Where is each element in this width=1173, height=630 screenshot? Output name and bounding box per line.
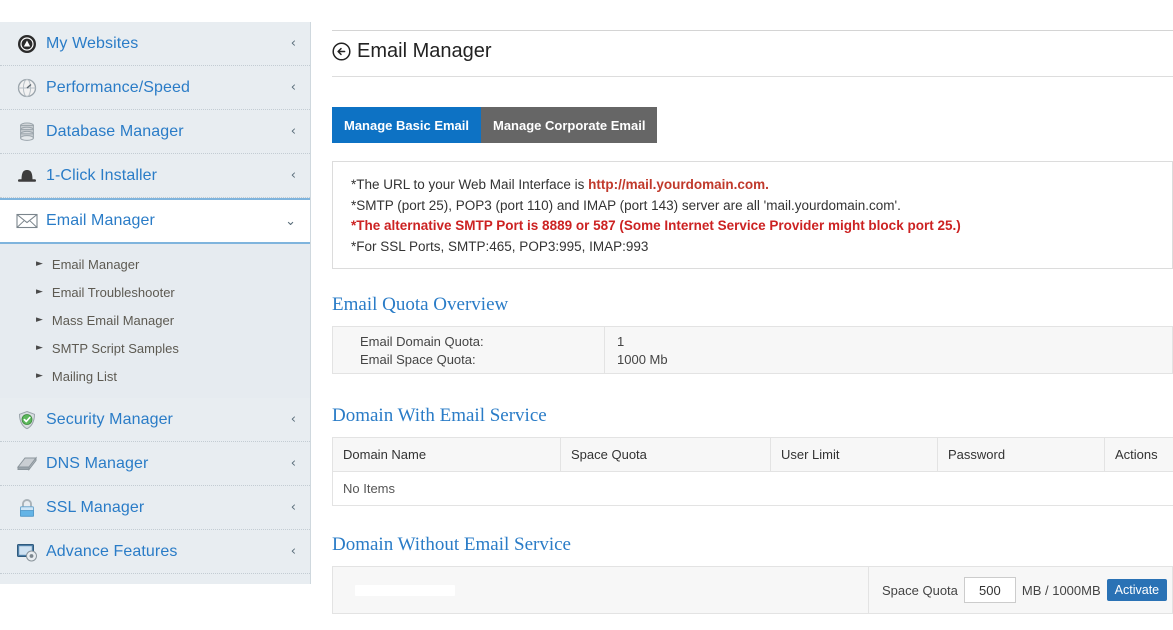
sidebar-item-my-websites[interactable]: My Websites ‹: [0, 22, 310, 66]
domain-name-cell: [333, 567, 869, 613]
sidebar-item-label: 1-Click Installer: [46, 166, 158, 184]
domain-without-email-service-row: Space Quota MB / 1000MB Activate: [332, 566, 1173, 614]
dns-icon: [14, 451, 40, 477]
chevron-left-icon: ‹: [290, 124, 296, 139]
sidebar-item-email-manager[interactable]: Email Manager ⌄: [0, 198, 310, 244]
email-domain-quota-value: 1: [617, 334, 625, 349]
submenu-item-email-troubleshooter[interactable]: ► Email Troubleshooter: [0, 278, 310, 306]
page-title: Email Manager: [332, 40, 492, 63]
submenu-item-label: SMTP Script Samples: [51, 340, 179, 356]
info-notice-panel: *The URL to your Web Mail Interface is h…: [332, 161, 1173, 269]
notice-line-alt-smtp-port: *The alternative SMTP Port is 8889 or 58…: [351, 218, 961, 233]
column-header-user-limit[interactable]: User Limit: [770, 437, 938, 472]
hat-icon: [14, 163, 40, 189]
activate-controls: Space Quota MB / 1000MB Activate: [869, 577, 1168, 603]
quota-values: 1 1000 Mb: [605, 327, 668, 373]
sidebar-item-label: SSL Manager: [46, 498, 145, 516]
notice-line-ssl-ports: *For SSL Ports, SMTP:465, POP3:995, IMAP…: [351, 238, 649, 254]
column-header-space-quota[interactable]: Space Quota: [560, 437, 771, 472]
advanced-gear-icon: [14, 539, 40, 565]
sidebar-item-label: Performance/Speed: [46, 78, 191, 96]
notice-line-server-ports: *SMTP (port 25), POP3 (port 110) and IMA…: [351, 197, 901, 213]
tab-manage-corporate-email[interactable]: Manage Corporate Email: [481, 107, 658, 143]
section-heading-email-quota-overview: Email Quota Overview: [332, 294, 509, 315]
submenu-item-label: Email Troubleshooter: [51, 284, 175, 300]
quota-unit-text: MB / 1000MB: [1021, 582, 1101, 598]
chevron-left-icon: ‹: [290, 456, 296, 471]
email-space-quota-label: Email Space Quota:: [360, 352, 476, 367]
submenu-item-label: Mass Email Manager: [51, 312, 175, 328]
column-header-password[interactable]: Password: [937, 437, 1105, 472]
chevron-left-icon: ‹: [290, 412, 296, 427]
quota-labels: Email Domain Quota: Email Space Quota:: [333, 327, 605, 373]
column-header-actions[interactable]: Actions: [1104, 437, 1173, 472]
triangle-right-icon: ►: [36, 371, 43, 381]
chevron-left-icon: ‹: [290, 544, 296, 559]
top-divider: [332, 30, 1173, 31]
sidebar-item-label: My Websites: [46, 34, 139, 52]
sidebar-item-label: Advance Features: [46, 542, 178, 560]
submenu-item-mass-email-manager[interactable]: ► Mass Email Manager: [0, 306, 310, 334]
sidebar-item-label: Security Manager: [46, 410, 173, 428]
chevron-left-icon: ‹: [290, 168, 296, 183]
chevron-left-icon: ‹: [290, 500, 296, 515]
sidebar: My Websites ‹ Performance/Speed ‹ Databa…: [0, 22, 311, 584]
database-icon: [14, 119, 40, 145]
submenu-item-label: Mailing List: [51, 368, 117, 384]
submenu-item-label: Email Manager: [51, 256, 140, 272]
sidebar-item-performance-speed[interactable]: Performance/Speed ‹: [0, 66, 310, 110]
chevron-left-icon: ‹: [290, 80, 296, 95]
chevron-down-icon: ⌄: [285, 213, 296, 229]
lock-icon: [14, 495, 40, 521]
table-header-row: Domain Name Space Quota User Limit Passw…: [332, 437, 1173, 472]
space-quota-label: Space Quota: [882, 582, 958, 598]
submenu-item-email-manager[interactable]: ► Email Manager: [0, 250, 310, 278]
section-heading-domain-without-email-service: Domain Without Email Service: [332, 534, 571, 555]
title-divider: [332, 76, 1173, 77]
sidebar-submenu-email-manager: ► Email Manager ► Email Troubleshooter ►…: [0, 244, 310, 398]
sidebar-item-label: Database Manager: [46, 122, 184, 140]
column-header-domain-name[interactable]: Domain Name: [332, 437, 561, 472]
submenu-item-mailing-list[interactable]: ► Mailing List: [0, 362, 310, 390]
sidebar-item-security-manager[interactable]: Security Manager ‹: [0, 398, 310, 442]
domain-with-email-service-table: Domain Name Space Quota User Limit Passw…: [332, 437, 1173, 506]
tab-manage-basic-email[interactable]: Manage Basic Email: [332, 107, 481, 143]
tab-bar: Manage Basic Email Manage Corporate Emai…: [332, 107, 658, 143]
webmail-url-link[interactable]: http://mail.yourdomain.com.: [588, 177, 769, 192]
envelope-icon: [14, 208, 40, 234]
empty-state-text: No Items: [332, 471, 1173, 506]
sidebar-item-dns-manager[interactable]: DNS Manager ‹: [0, 442, 310, 486]
speedometer-globe-icon: [14, 75, 40, 101]
email-quota-panel: Email Domain Quota: Email Space Quota: 1…: [332, 326, 1173, 374]
sidebar-item-1-click-installer[interactable]: 1-Click Installer ‹: [0, 154, 310, 198]
globe-triangle-icon: [14, 31, 40, 57]
back-circle-arrow-icon[interactable]: [332, 42, 351, 61]
activate-button[interactable]: Activate: [1106, 579, 1168, 601]
sidebar-item-label: Email Manager: [46, 212, 155, 229]
notice-line-1-prefix: *The URL to your Web Mail Interface is: [351, 177, 589, 192]
triangle-right-icon: ►: [36, 343, 43, 353]
triangle-right-icon: ►: [36, 287, 43, 297]
notice-line-webmail-url: *The URL to your Web Mail Interface is h…: [351, 175, 1154, 196]
sidebar-item-advance-features[interactable]: Advance Features ‹: [0, 530, 310, 574]
email-domain-quota-label: Email Domain Quota:: [360, 334, 484, 349]
email-space-quota-value: 1000 Mb: [617, 352, 668, 367]
section-heading-domain-with-email-service: Domain With Email Service: [332, 405, 547, 426]
table-row-empty: No Items: [332, 471, 1173, 506]
submenu-item-smtp-script-samples[interactable]: ► SMTP Script Samples: [0, 334, 310, 362]
sidebar-item-database-manager[interactable]: Database Manager ‹: [0, 110, 310, 154]
space-quota-input[interactable]: [963, 577, 1016, 603]
triangle-right-icon: ►: [36, 259, 43, 269]
redacted-domain-name: [355, 584, 455, 596]
email-manager-page: My Websites ‹ Performance/Speed ‹ Databa…: [0, 0, 1173, 630]
triangle-right-icon: ►: [36, 315, 43, 325]
sidebar-item-ssl-manager[interactable]: SSL Manager ‹: [0, 486, 310, 530]
shield-check-icon: [14, 407, 40, 433]
chevron-left-icon: ‹: [290, 36, 296, 51]
page-title-text: Email Manager: [357, 40, 492, 62]
sidebar-item-label: DNS Manager: [46, 454, 149, 472]
